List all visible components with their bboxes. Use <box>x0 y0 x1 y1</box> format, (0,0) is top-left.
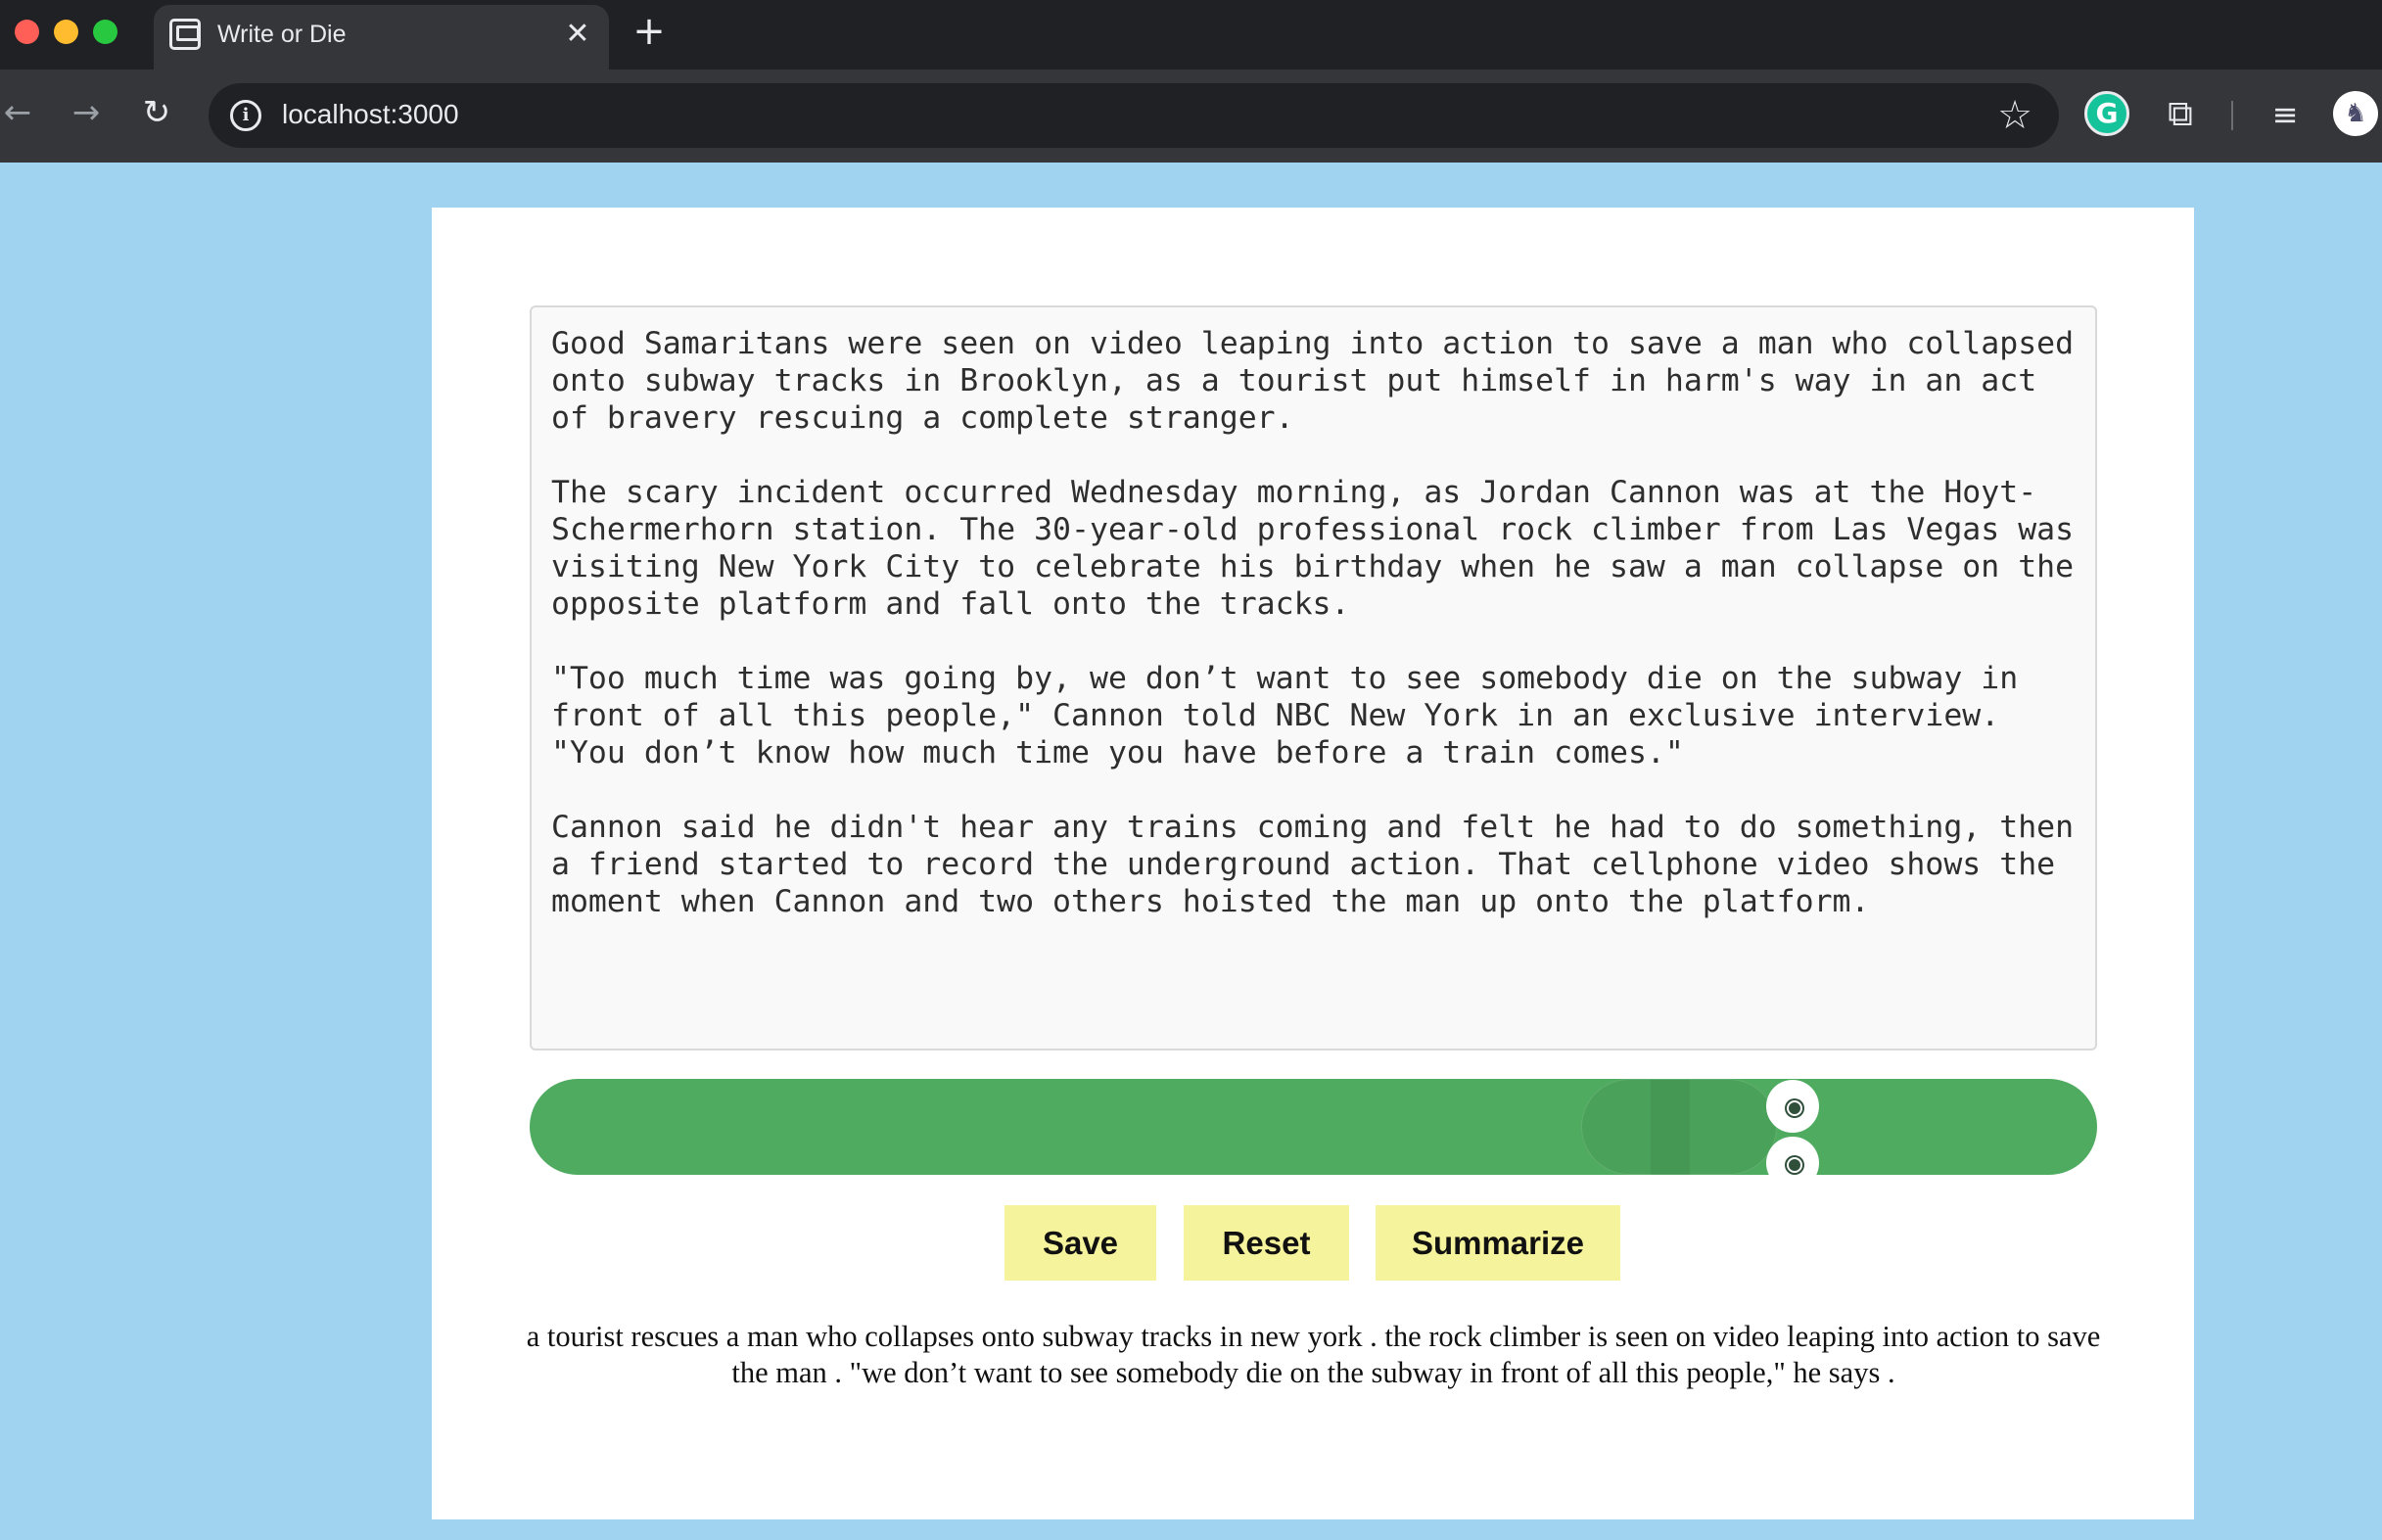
bookmark-star-icon[interactable]: ☆ <box>1990 91 2039 140</box>
browser-tab-active[interactable]: Write or Die ✕ <box>154 5 609 70</box>
summarize-button[interactable]: Summarize <box>1376 1205 1620 1281</box>
profile-avatar-icon[interactable]: ♞ <box>2333 91 2378 136</box>
site-info-icon[interactable]: i <box>230 100 261 131</box>
timer-progress-bar <box>530 1079 2097 1175</box>
window-maximize-control[interactable] <box>93 20 117 44</box>
browser-toolbar: ← → ↻ i localhost:3000 ☆ G ⧉ ≡ ♞ <box>0 70 2382 163</box>
address-bar[interactable]: i localhost:3000 ☆ <box>209 83 2059 148</box>
url-text[interactable]: localhost:3000 <box>282 99 459 130</box>
window-close-control[interactable] <box>15 20 39 44</box>
favicon-icon <box>169 19 201 50</box>
save-button[interactable]: Save <box>1004 1205 1156 1281</box>
back-arrow-icon[interactable]: ← <box>0 91 39 134</box>
reset-button[interactable]: Reset <box>1184 1205 1349 1281</box>
extensions-puzzle-icon[interactable]: ⧉ <box>2157 91 2204 138</box>
app-card: Good Samaritans were seen on video leapi… <box>432 208 2194 1519</box>
summary-text: a tourist rescues a man who collapses on… <box>526 1320 2101 1389</box>
new-tab-button[interactable]: + <box>631 12 667 51</box>
browser-tab-bar: Write or Die ✕ + <box>0 0 2382 70</box>
window-minimize-control[interactable] <box>54 20 78 44</box>
toolbar-divider <box>2231 101 2233 130</box>
ghost-creature <box>1581 1079 1777 1175</box>
tab-title: Write or Die <box>217 21 347 48</box>
reload-icon[interactable]: ↻ <box>135 91 178 134</box>
forward-arrow-icon[interactable]: → <box>65 91 108 134</box>
tab-close-icon[interactable]: ✕ <box>560 15 595 54</box>
writing-textarea[interactable]: Good Samaritans were seen on video leapi… <box>530 305 2097 1050</box>
grammarly-extension-icon[interactable]: G <box>2084 91 2129 136</box>
ghost-eye-icon <box>1766 1080 1819 1133</box>
media-controls-icon[interactable]: ≡ <box>2262 91 2309 138</box>
ghost-eye-icon <box>1766 1137 1819 1175</box>
